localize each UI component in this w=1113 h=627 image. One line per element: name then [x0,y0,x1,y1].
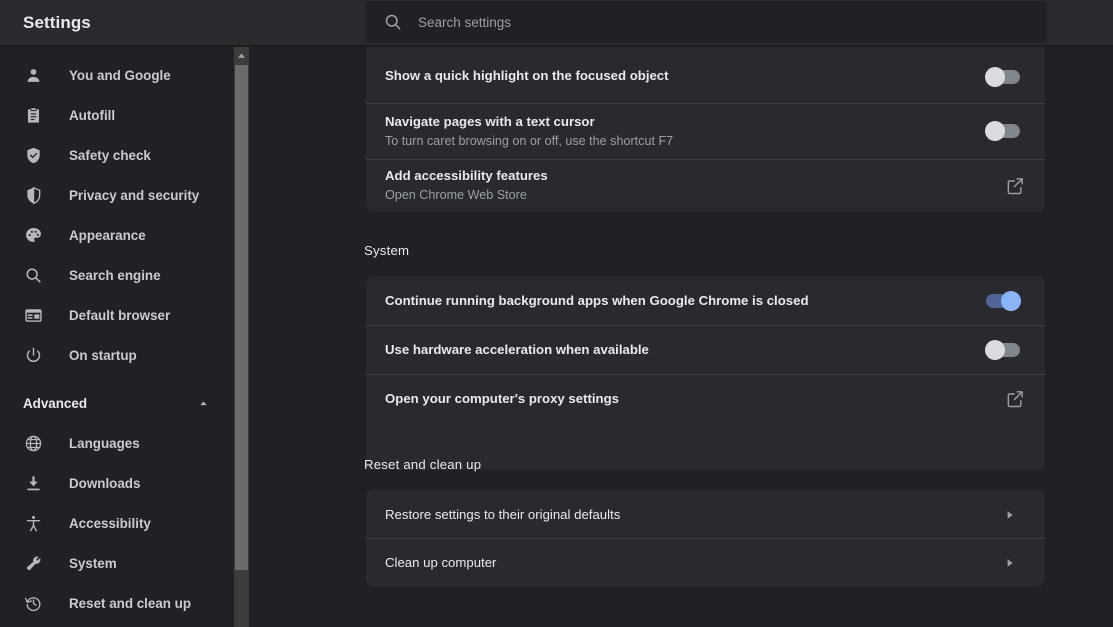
row-text-group: Show a quick highlight on the focused ob… [385,67,986,84]
toggle-knob [985,339,1005,360]
toggle-knob [985,67,1005,87]
app-header: Settings [0,0,1113,45]
setting-row-caret-browsing[interactable]: Navigate pages with a text cursor To tur… [366,103,1045,159]
row-title: Restore settings to their original defau… [385,506,621,522]
toggle-quick-highlight[interactable] [985,67,1020,87]
wrench-icon [23,553,43,573]
sidebar-item-label: Autofill [69,107,116,123]
sidebar-item-label: Privacy and security [69,187,200,203]
browser-window-icon [23,305,43,325]
history-restore-icon [23,593,43,613]
sidebar-section-advanced[interactable]: Advanced [0,383,234,423]
settings-content: Show a quick highlight on the focused ob… [249,47,1113,627]
scroll-up-arrow-icon[interactable] [234,47,249,63]
power-icon [23,345,43,365]
setting-row-restore-defaults[interactable]: Restore settings to their original defau… [366,490,1045,538]
toggle-knob [1001,290,1021,311]
row-title: Use hardware acceleration when available [385,342,649,357]
row-title: Continue running background apps when Go… [385,293,809,308]
section-title-reset-and-clean-up: Reset and clean up [364,457,482,472]
sidebar-item-label: Languages [69,435,140,451]
row-text-group: Use hardware acceleration when available [385,341,986,358]
sidebar-item-search-engine[interactable]: Search engine [0,255,234,295]
external-link-icon[interactable] [1005,176,1025,196]
row-subtitle: To turn caret browsing on or off, use th… [385,133,674,148]
reset-card: Restore settings to their original defau… [366,490,1045,587]
row-text-group: Clean up computer [385,554,1005,571]
shield-icon [23,185,43,205]
sidebar-item-autofill[interactable]: Autofill [0,95,234,135]
sidebar-section-label: Advanced [23,395,87,411]
setting-row-hardware-acceleration[interactable]: Use hardware acceleration when available [366,325,1045,374]
row-text-group: Open your computer's proxy settings [385,390,1005,407]
sidebar-section-spacer [0,375,234,383]
scrollbar-thumb[interactable] [235,65,248,570]
sidebar-item-you-and-google[interactable]: You and Google [0,55,234,95]
sidebar-item-label: System [69,555,117,571]
search-icon [383,12,403,32]
sidebar-item-default-browser[interactable]: Default browser [0,295,234,335]
chevron-up-icon [197,397,210,410]
row-title: Show a quick highlight on the focused ob… [385,68,669,83]
sidebar-scrollbar[interactable] [234,47,249,627]
accessibility-card: Show a quick highlight on the focused ob… [366,47,1045,212]
sidebar-item-downloads[interactable]: Downloads [0,463,234,503]
row-text-group: Continue running background apps when Go… [385,292,986,309]
sidebar-item-privacy-and-security[interactable]: Privacy and security [0,175,234,215]
person-icon [23,65,43,85]
row-title: Add accessibility features [385,168,548,183]
section-title-system: System [364,243,410,258]
sidebar-item-languages[interactable]: Languages [0,423,234,463]
chevron-right-icon[interactable] [1005,556,1015,568]
sidebar-item-appearance[interactable]: Appearance [0,215,234,255]
page-title: Settings [23,12,91,32]
chevron-right-icon[interactable] [1005,508,1015,520]
external-link-icon[interactable] [1005,389,1025,409]
sidebar-item-label: Accessibility [69,515,151,531]
sidebar-item-label: Downloads [69,475,141,491]
accessibility-icon [23,513,43,533]
system-card: Continue running background apps when Go… [366,276,1045,470]
sidebar-item-label: Safety check [69,147,151,163]
sidebar-item-label: You and Google [69,67,171,83]
clipboard-icon [23,105,43,125]
row-title: Navigate pages with a text cursor [385,113,595,129]
sidebar-item-label: Appearance [69,227,146,243]
globe-icon [23,433,43,453]
toggle-background-apps[interactable] [986,290,1021,311]
setting-row-quick-highlight[interactable]: Show a quick highlight on the focused ob… [366,47,1045,103]
setting-row-clean-up-computer[interactable]: Clean up computer [366,538,1045,586]
sidebar-item-label: Search engine [69,267,161,283]
sidebar-item-label: Default browser [69,307,171,323]
sidebar-nav: You and Google Autofill Safety check Pri… [0,47,234,627]
search-icon [23,265,43,285]
sidebar-top-spacer [0,47,234,55]
sidebar-item-system[interactable]: System [0,543,234,583]
sidebar-item-label: On startup [69,347,137,363]
sidebar-item-reset-and-clean-up[interactable]: Reset and clean up [0,583,234,623]
row-text-group: Restore settings to their original defau… [385,506,1005,523]
setting-row-add-accessibility-features[interactable]: Add accessibility features Open Chrome W… [366,159,1045,212]
toggle-caret-browsing[interactable] [985,121,1020,141]
search-input[interactable] [418,1,1031,43]
row-subtitle: Open Chrome Web Store [385,188,527,202]
shield-check-icon [23,145,43,165]
download-icon [23,473,43,493]
sidebar-item-safety-check[interactable]: Safety check [0,135,234,175]
row-title: Open your computer's proxy settings [385,391,619,406]
sidebar-item-accessibility[interactable]: Accessibility [0,503,234,543]
row-title: Clean up computer [385,554,497,570]
row-text-group: Add accessibility features Open Chrome W… [385,167,1005,204]
setting-row-background-apps[interactable]: Continue running background apps when Go… [366,276,1045,325]
row-text-group: Navigate pages with a text cursor To tur… [385,113,986,150]
setting-row-proxy-settings[interactable]: Open your computer's proxy settings [366,374,1045,423]
toggle-knob [985,121,1005,141]
sidebar-item-label: Reset and clean up [69,595,192,611]
palette-icon [23,225,43,245]
toggle-hardware-acceleration[interactable] [985,339,1020,360]
sidebar-item-on-startup[interactable]: On startup [0,335,234,375]
search-bar[interactable] [366,1,1047,43]
